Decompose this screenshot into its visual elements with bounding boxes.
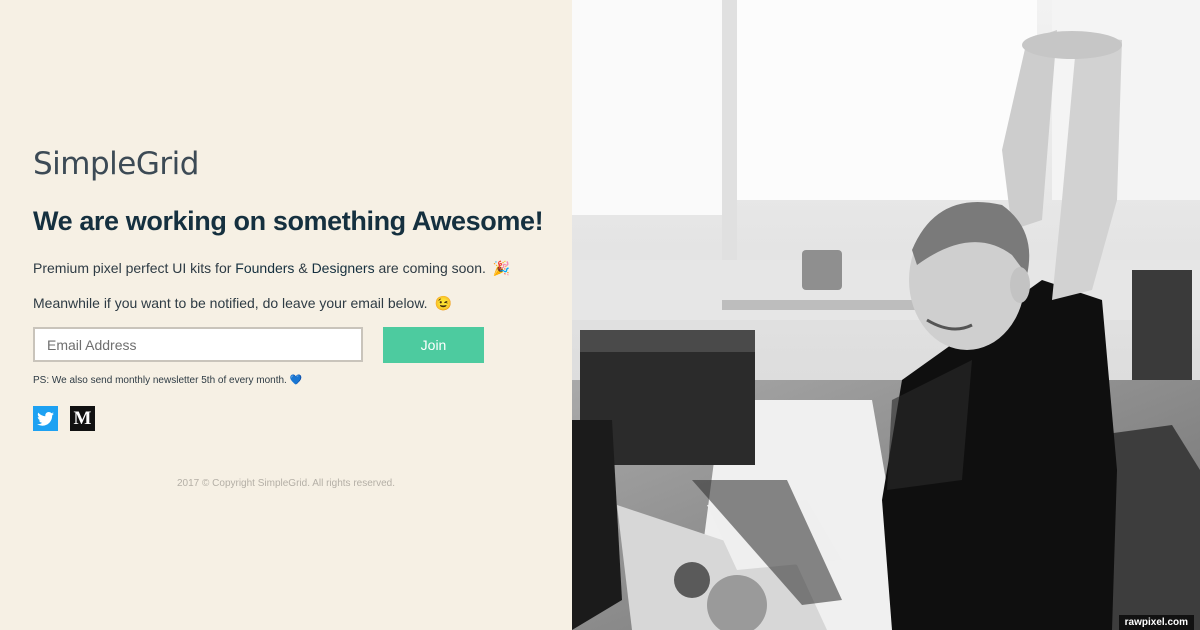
page-title: We are working on something Awesome! (33, 206, 544, 236)
newsletter-note-text: PS: We also send monthly newsletter 5th … (33, 375, 287, 386)
designers-text: Designers (311, 260, 375, 276)
heart-icon: 💙 (289, 375, 303, 386)
hero-photo: rawpixel.com (572, 0, 1200, 630)
brand-logo[interactable]: SimpleGrid (33, 146, 199, 182)
wink-icon: 😉 (434, 295, 452, 311)
twitter-icon (37, 411, 54, 426)
office-photo-image (572, 0, 1200, 630)
join-button[interactable]: Join (383, 327, 484, 363)
left-panel: SimpleGrid We are working on something A… (0, 0, 572, 630)
copyright-text: 2017 © Copyright SimpleGrid. All rights … (176, 478, 396, 489)
newsletter-note: PS: We also send monthly newsletter 5th … (33, 375, 302, 386)
email-input[interactable] (33, 327, 363, 362)
intro-prefix: Premium pixel perfect UI kits for (33, 260, 236, 276)
founders-text: Founders (235, 260, 295, 276)
medium-icon: M (73, 407, 92, 429)
ampersand-text: & (294, 260, 312, 276)
notify-message: Meanwhile if you want to be notified, do… (33, 295, 428, 311)
twitter-link[interactable] (33, 406, 58, 431)
intro-text: Premium pixel perfect UI kits for Founde… (33, 260, 510, 277)
photo-watermark: rawpixel.com (1118, 615, 1194, 630)
medium-link[interactable]: M (70, 406, 95, 431)
intro-suffix: are coming soon. (374, 260, 486, 276)
party-icon: 🎉 (492, 260, 511, 276)
notify-text: Meanwhile if you want to be notified, do… (33, 295, 452, 312)
